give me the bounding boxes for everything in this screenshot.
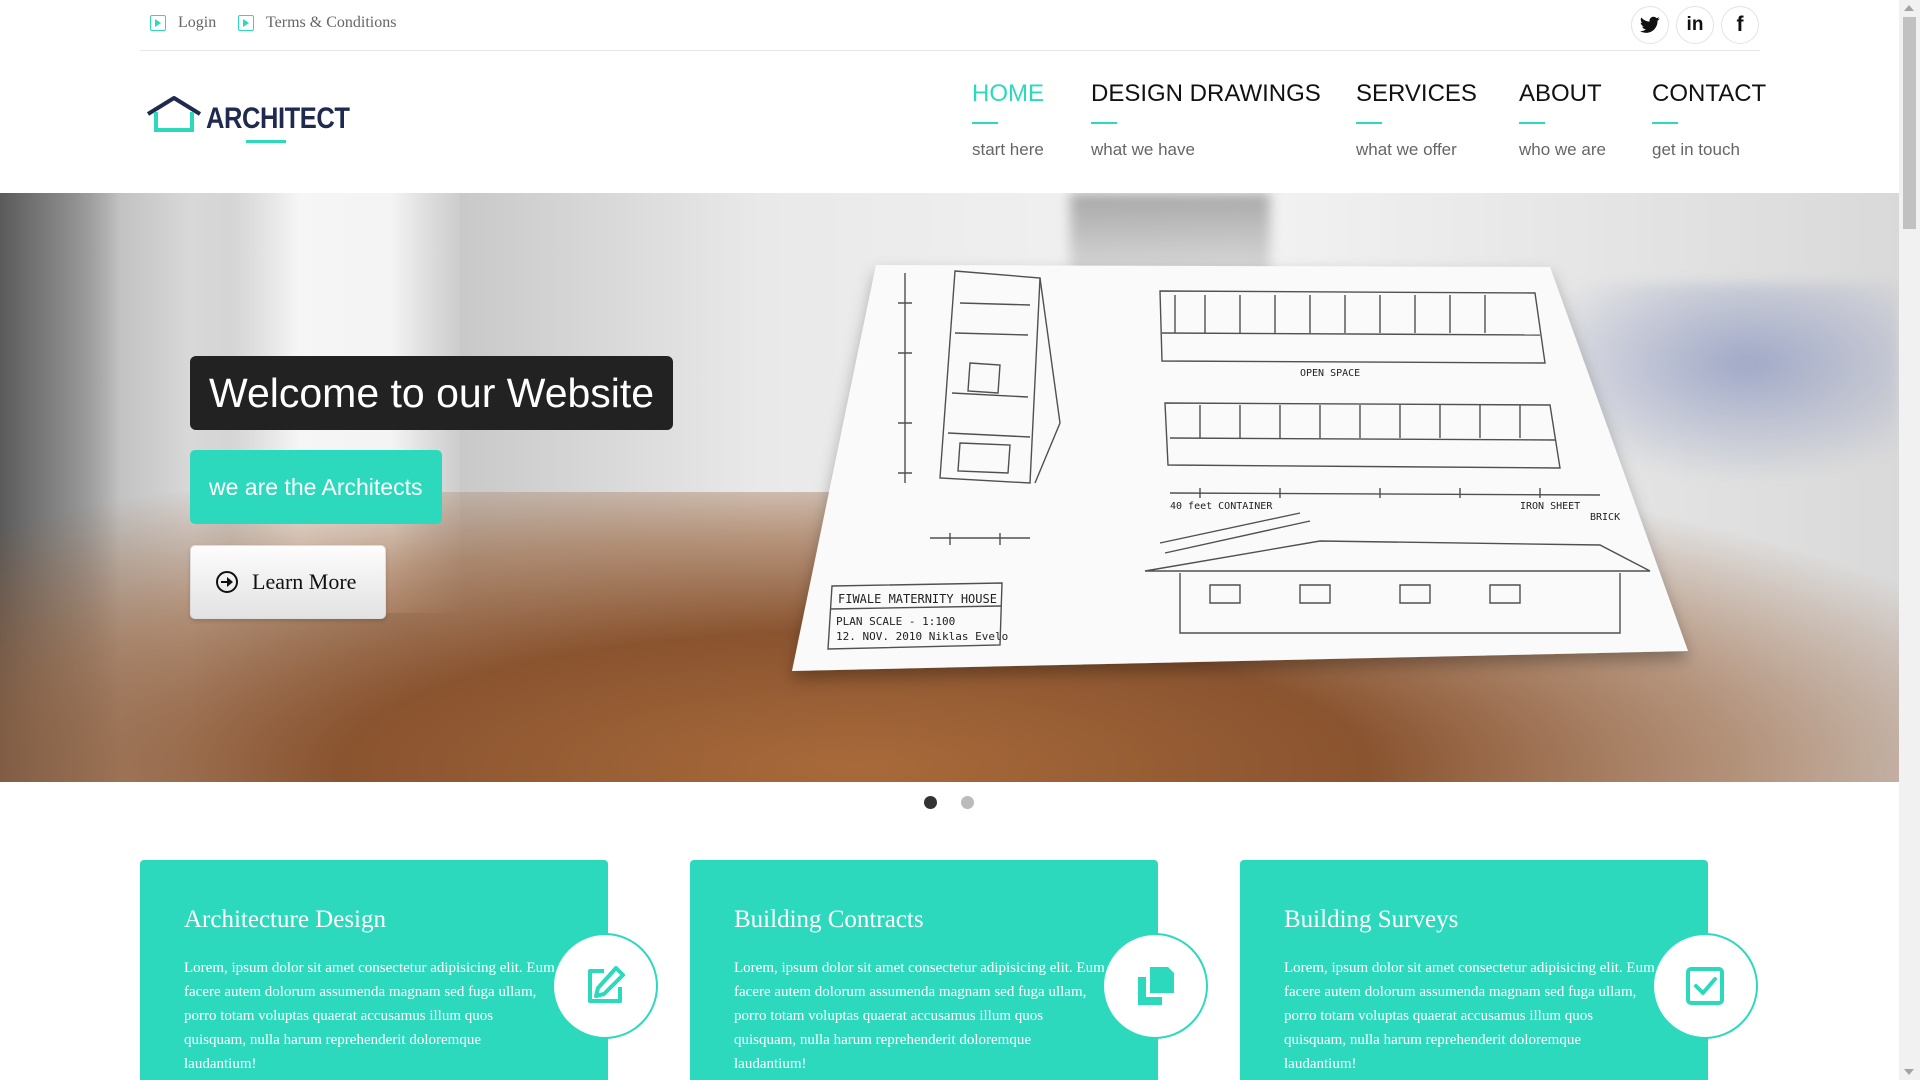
service-text: Lorem, ipsum dolor sit amet consectetur … [184,960,555,1072]
twitter-button[interactable] [1631,6,1669,44]
nav-underline [1356,122,1382,124]
play-square-icon [238,15,254,31]
nav-label: HOME [972,80,1044,107]
logo-text: ARCHITECT [206,102,350,135]
copy-icon [1138,967,1174,1005]
nav-label: CONTACT [1652,80,1767,107]
scroll-down-arrow-icon[interactable] [1904,1069,1914,1075]
nav-sublabel: what we have [1091,140,1195,159]
scroll-up-arrow-icon[interactable] [1904,5,1914,11]
login-label: Login [178,14,217,31]
nav-label: SERVICES [1356,80,1477,107]
site-logo[interactable]: ARCHITECT [144,94,375,136]
logo-underline [246,140,286,143]
hero-tagline: we are the Architects [190,450,442,524]
linkedin-icon: in [1686,14,1704,35]
nav-item-services[interactable]: SERVICES what we offer [1356,80,1477,160]
service-text: Lorem, ipsum dolor sit amet consectetur … [734,960,1105,1072]
check-square-icon [1686,967,1724,1005]
drawing-scale: PLAN SCALE - 1:100 [836,615,955,628]
drawing-iron-sheet: IRON SHEET [1520,501,1580,512]
scrollbar-thumb[interactable] [1903,17,1916,229]
slider-dots [924,796,974,809]
drawing-container: 40 feet CONTAINER [1170,501,1273,512]
nav-item-design-drawings[interactable]: DESIGN DRAWINGS what we have [1091,80,1321,160]
nav-underline [972,122,998,124]
facebook-button[interactable]: f [1721,6,1759,44]
linkedin-button[interactable]: in [1676,6,1714,44]
slide-dot-2[interactable] [961,796,974,809]
nav-label: DESIGN DRAWINGS [1091,80,1321,107]
drawing-brick: BRICK [1590,512,1620,523]
vertical-scrollbar[interactable] [1899,0,1920,1080]
nav-sublabel: what we offer [1356,140,1457,159]
service-title: Building Contracts [734,906,924,933]
arrow-circle-right-icon [216,571,238,593]
facebook-icon: f [1736,13,1744,36]
drawing-title: FIWALE MATERNITY HOUSE [838,592,997,606]
service-text: Lorem, ipsum dolor sit amet consectetur … [1284,960,1655,1072]
learn-more-label: Learn More [252,569,357,594]
service-card-architecture-design: Architecture Design Lorem, ipsum dolor s… [140,860,658,1080]
edit-icon [588,966,625,1003]
top-utility-bar: Login Terms & Conditions in f [140,0,1760,51]
learn-more-button[interactable]: Learn More [190,545,386,619]
nav-item-home[interactable]: HOME start here [972,80,1044,160]
service-card-building-surveys: Building Surveys Lorem, ipsum dolor sit … [1240,860,1758,1080]
service-icon-badge[interactable] [552,933,658,1039]
nav-sublabel: start here [972,140,1044,159]
nav-sublabel: get in touch [1652,140,1740,159]
drawing-date: 12. NOV. 2010 Niklas Evelo [836,630,1008,643]
service-card-building-contracts: Building Contracts Lorem, ipsum dolor si… [690,860,1208,1080]
nav-item-about[interactable]: ABOUT who we are [1519,80,1606,160]
slide-dot-1[interactable] [924,796,937,809]
service-title: Building Surveys [1284,906,1459,933]
service-icon-badge[interactable] [1652,933,1758,1039]
nav-label: ABOUT [1519,80,1602,107]
nav-item-contact[interactable]: CONTACT get in touch [1652,80,1766,160]
drawing-open-space: OPEN SPACE [1300,368,1360,379]
nav-underline [1091,122,1117,124]
play-square-icon [150,15,166,31]
nav-sublabel: who we are [1519,140,1606,159]
hero-title: Welcome to our Website [190,356,674,430]
service-title: Architecture Design [184,906,387,933]
nav-underline [1519,122,1545,124]
house-icon [146,96,202,132]
terms-link[interactable]: Terms & Conditions [238,14,396,32]
service-icon-badge[interactable] [1102,933,1208,1039]
login-link[interactable]: Login [150,14,216,32]
terms-label: Terms & Conditions [266,14,397,31]
nav-underline [1652,122,1678,124]
twitter-icon [1640,16,1660,33]
